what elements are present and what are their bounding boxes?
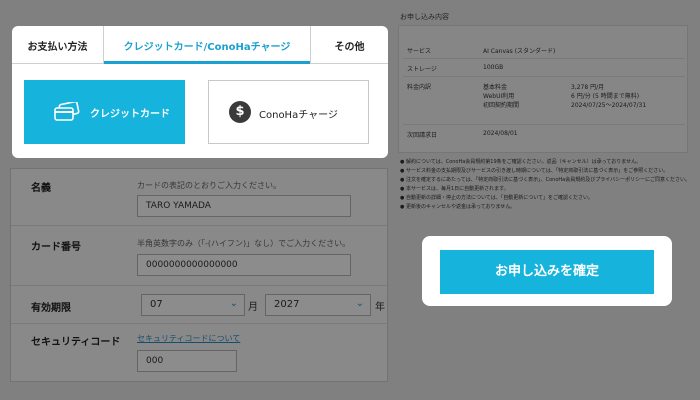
credit-card-icon: [54, 100, 80, 126]
credit-card-option[interactable]: クレジットカード: [24, 80, 185, 144]
confirm-highlight: お申し込みを確定: [422, 236, 672, 306]
tab-other[interactable]: その他: [310, 26, 388, 64]
payment-tabs: お支払い方法 クレジットカード/ConoHaチャージ その他: [12, 26, 388, 64]
confirm-order-button[interactable]: お申し込みを確定: [440, 250, 654, 294]
payment-method-panel: お支払い方法 クレジットカード/ConoHaチャージ その他 クレジットカード …: [12, 26, 388, 158]
tab-credit-card-conoha-charge[interactable]: クレジットカード/ConoHaチャージ: [104, 26, 310, 64]
conoha-charge-option-label: ConoHaチャージ: [259, 110, 338, 121]
dollar-icon: $: [229, 101, 251, 123]
credit-card-option-label: クレジットカード: [90, 109, 170, 120]
payment-method-heading: お支払い方法: [12, 26, 104, 64]
conoha-charge-option[interactable]: $ ConoHaチャージ: [208, 80, 369, 144]
